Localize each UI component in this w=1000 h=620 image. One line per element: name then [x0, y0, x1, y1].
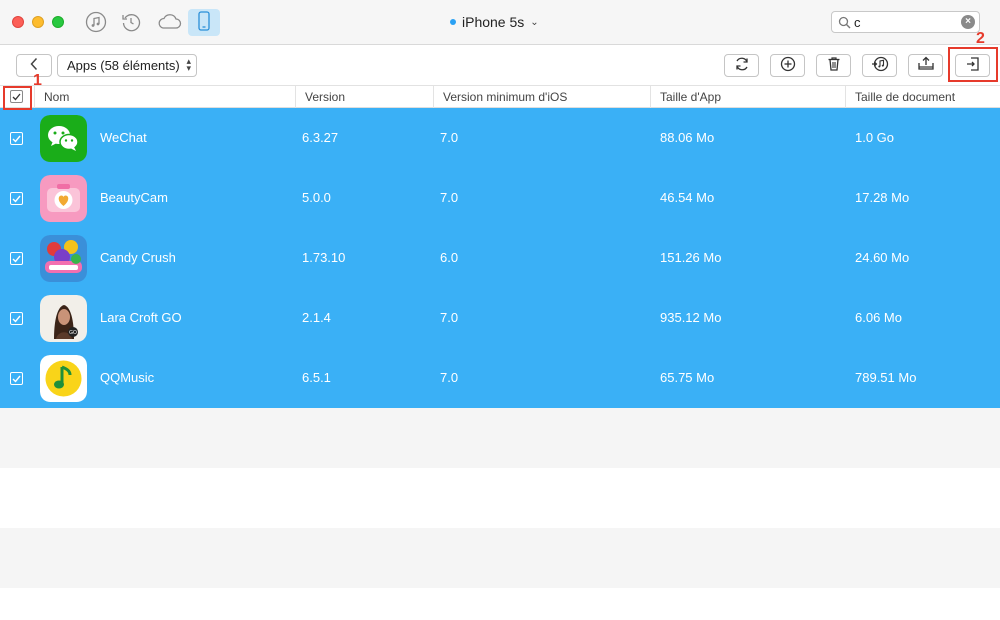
table-row[interactable]: QQMusic 6.5.1 7.0 65.75 Mo 789.51 Mo — [0, 348, 1000, 408]
row-checkbox[interactable] — [10, 132, 23, 145]
search-icon — [838, 16, 851, 32]
annotation-box-export — [948, 47, 998, 82]
beautycam-app-icon — [40, 175, 87, 222]
app-table: WeChat 6.3.27 7.0 88.06 Mo 1.0 Go Beauty… — [0, 108, 1000, 620]
app-name: BeautyCam — [100, 190, 168, 205]
row-checkbox[interactable] — [10, 192, 23, 205]
search-input[interactable] — [854, 14, 954, 30]
title-bar: iPhone 5s ⌄ × — [0, 0, 1000, 45]
app-version: 1.73.10 — [302, 250, 346, 265]
empty-row — [0, 588, 1000, 620]
app-size: 46.54 Mo — [660, 190, 715, 205]
doc-size: 789.51 Mo — [855, 370, 917, 385]
minimize-window-button[interactable] — [32, 16, 44, 28]
chevron-down-icon: ⌄ — [530, 16, 539, 28]
qqmusic-app-icon — [40, 355, 87, 402]
doc-size: 1.0 Go — [855, 130, 895, 145]
device-button[interactable] — [188, 9, 220, 36]
annotation-step-2: 2 — [976, 30, 985, 47]
table-header: Nom Version Version minimum d'iOS Taille… — [0, 86, 1000, 108]
app-min-ios: 7.0 — [440, 370, 459, 385]
row-checkbox[interactable] — [10, 372, 23, 385]
column-header-doc-size[interactable]: Taille de document — [845, 86, 1000, 108]
annotation-box-select-all — [3, 86, 32, 110]
table-row[interactable]: BeautyCam 5.0.0 7.0 46.54 Mo 17.28 Mo — [0, 168, 1000, 228]
close-window-button[interactable] — [12, 16, 24, 28]
device-status-dot — [450, 19, 456, 25]
app-min-ios: 6.0 — [440, 250, 459, 265]
table-row[interactable]: WeChat 6.3.27 7.0 88.06 Mo 1.0 Go — [0, 108, 1000, 168]
trash-icon — [826, 56, 842, 75]
column-header-app-size[interactable]: Taille d'App — [650, 86, 845, 108]
export-to-computer-button[interactable] — [908, 54, 943, 77]
app-window: iPhone 5s ⌄ × Apps (58 éléments) ▴▾ — [0, 0, 1000, 620]
add-button[interactable] — [770, 54, 805, 77]
app-name: Lara Croft GO — [100, 310, 182, 325]
category-select[interactable]: Apps (58 éléments) ▴ ▾ — [57, 54, 197, 77]
export-to-computer-icon — [917, 56, 935, 75]
add-icon — [780, 56, 796, 75]
app-min-ios: 7.0 — [440, 310, 459, 325]
delete-button[interactable] — [816, 54, 851, 77]
app-min-ios: 7.0 — [440, 130, 459, 145]
category-select-label: Apps (58 éléments) — [67, 58, 180, 73]
column-header-min-version[interactable]: Version minimum d'iOS — [433, 86, 650, 108]
doc-size: 6.06 Mo — [855, 310, 902, 325]
zoom-window-button[interactable] — [52, 16, 64, 28]
candy-crush-app-icon — [40, 235, 87, 282]
history-icon[interactable] — [119, 10, 143, 34]
icloud-icon[interactable] — [155, 10, 183, 34]
device-selector[interactable]: iPhone 5s ⌄ — [450, 13, 539, 31]
column-header-version[interactable]: Version — [295, 86, 433, 108]
doc-size: 17.28 Mo — [855, 190, 910, 205]
device-name: iPhone 5s — [462, 14, 525, 30]
app-version: 6.3.27 — [302, 130, 339, 145]
wechat-app-icon — [40, 115, 87, 162]
app-name: WeChat — [100, 130, 147, 145]
refresh-icon — [734, 56, 750, 75]
music-icon[interactable] — [84, 10, 108, 34]
empty-row — [0, 408, 1000, 468]
refresh-button[interactable] — [724, 54, 759, 77]
lara-croft-go-app-icon: GO — [40, 295, 87, 342]
app-name: QQMusic — [100, 370, 155, 385]
search-box: × — [831, 11, 980, 33]
toolbar: Apps (58 éléments) ▴ ▾ — [0, 45, 1000, 86]
app-version: 5.0.0 — [302, 190, 331, 205]
clear-search-icon[interactable]: × — [961, 15, 975, 29]
app-version: 6.5.1 — [302, 370, 331, 385]
annotation-step-1: 1 — [33, 72, 42, 89]
row-checkbox[interactable] — [10, 252, 23, 265]
empty-row — [0, 468, 1000, 528]
column-header-name[interactable]: Nom — [34, 86, 295, 108]
app-size: 151.26 Mo — [660, 250, 722, 265]
row-checkbox[interactable] — [10, 312, 23, 325]
doc-size: 24.60 Mo — [855, 250, 910, 265]
app-size: 935.12 Mo — [660, 310, 722, 325]
itunes-transfer-button[interactable] — [862, 54, 897, 77]
app-version: 2.1.4 — [302, 310, 331, 325]
app-size: 88.06 Mo — [660, 130, 715, 145]
empty-row — [0, 528, 1000, 588]
svg-text:GO: GO — [69, 330, 77, 336]
table-row[interactable]: Candy Crush 1.73.10 6.0 151.26 Mo 24.60 … — [0, 228, 1000, 288]
table-row[interactable]: GO Lara Croft GO 2.1.4 7.0 935.12 Mo 6.0… — [0, 288, 1000, 348]
app-size: 65.75 Mo — [660, 370, 715, 385]
app-name: Candy Crush — [100, 250, 176, 265]
updown-chevron-icon: ▴ ▾ — [186, 56, 191, 73]
itunes-transfer-icon — [871, 56, 889, 75]
app-min-ios: 7.0 — [440, 190, 459, 205]
iphone-icon — [198, 11, 210, 34]
